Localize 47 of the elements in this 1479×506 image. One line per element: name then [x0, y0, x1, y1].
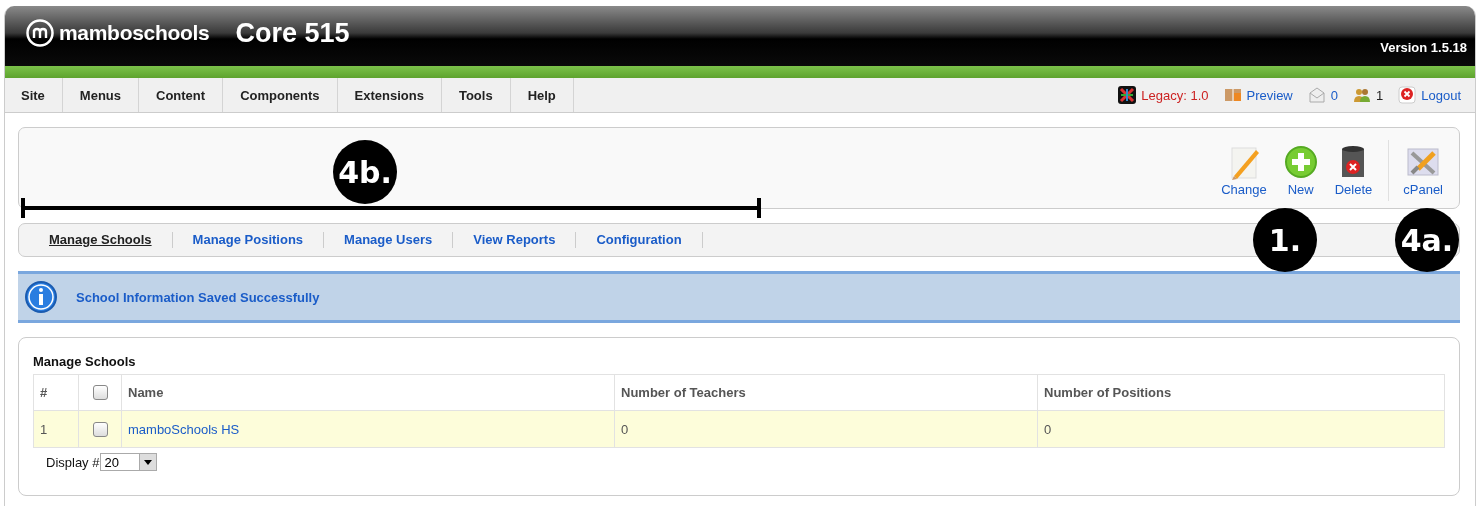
- plus-icon: [1282, 143, 1319, 180]
- header-link[interactable]: Preview: [1246, 87, 1293, 103]
- checkbox[interactable]: [92, 385, 108, 400]
- menu-item[interactable]: Extensions: [337, 78, 442, 112]
- checkbox[interactable]: [92, 421, 108, 437]
- menu-item[interactable]: Help: [510, 78, 574, 112]
- menu-item[interactable]: Tools: [441, 78, 511, 112]
- site-title: Core 515: [235, 17, 350, 49]
- envelope-icon: [1306, 85, 1327, 105]
- display-label: Display #: [46, 454, 100, 470]
- submenu-tab[interactable]: Manage Positions: [172, 232, 325, 248]
- change-button[interactable]: Change: [1213, 139, 1275, 201]
- page-size-select[interactable]: 20: [100, 453, 158, 471]
- caret-icon: [144, 459, 153, 465]
- menu-item[interactable]: Menus: [62, 78, 139, 112]
- version-label: Legacy: 1.0: [1141, 87, 1209, 103]
- column-header: #: [33, 374, 79, 411]
- table-cell: 0: [1037, 410, 1445, 448]
- submenu-tab[interactable]: Configuration: [576, 232, 703, 248]
- school-link[interactable]: mamboSchools HS: [128, 421, 240, 437]
- column-header: Number of Positions: [1037, 374, 1445, 411]
- version-label: Version 1.5.18: [1380, 39, 1467, 55]
- cpanel-button[interactable]: cPanel: [1388, 139, 1451, 201]
- message-text: School Information Saved Successfully: [76, 289, 320, 305]
- callout-marker: 1.: [1253, 208, 1317, 272]
- close-icon: [1397, 85, 1418, 105]
- new-button[interactable]: New: [1274, 139, 1327, 201]
- menu-item[interactable]: Components: [223, 78, 338, 112]
- table-title: Manage Schools: [33, 354, 137, 369]
- menu-item[interactable]: Content: [139, 78, 224, 112]
- delete-button[interactable]: Delete: [1326, 139, 1381, 201]
- counter: 0: [1330, 87, 1338, 103]
- submenu-tab[interactable]: Manage Users: [324, 232, 454, 248]
- logo-icon: [25, 18, 55, 48]
- column-header: Number of Teachers: [614, 374, 1038, 411]
- menu-item[interactable]: Site: [5, 78, 63, 112]
- submenu-tab[interactable]: Manage Schools: [37, 232, 173, 248]
- logo-icon: [1117, 85, 1138, 105]
- logo-text: mamboschools: [59, 21, 210, 45]
- info-icon: [24, 280, 58, 314]
- counter: 1: [1376, 87, 1384, 103]
- header-link[interactable]: Logout: [1421, 87, 1461, 103]
- table-cell: 1: [33, 410, 79, 448]
- column-header: Name: [121, 374, 615, 411]
- callout-marker: 4a.: [1395, 208, 1459, 272]
- table-cell: 0: [614, 410, 1038, 448]
- submenu-tab[interactable]: View Reports: [453, 232, 577, 248]
